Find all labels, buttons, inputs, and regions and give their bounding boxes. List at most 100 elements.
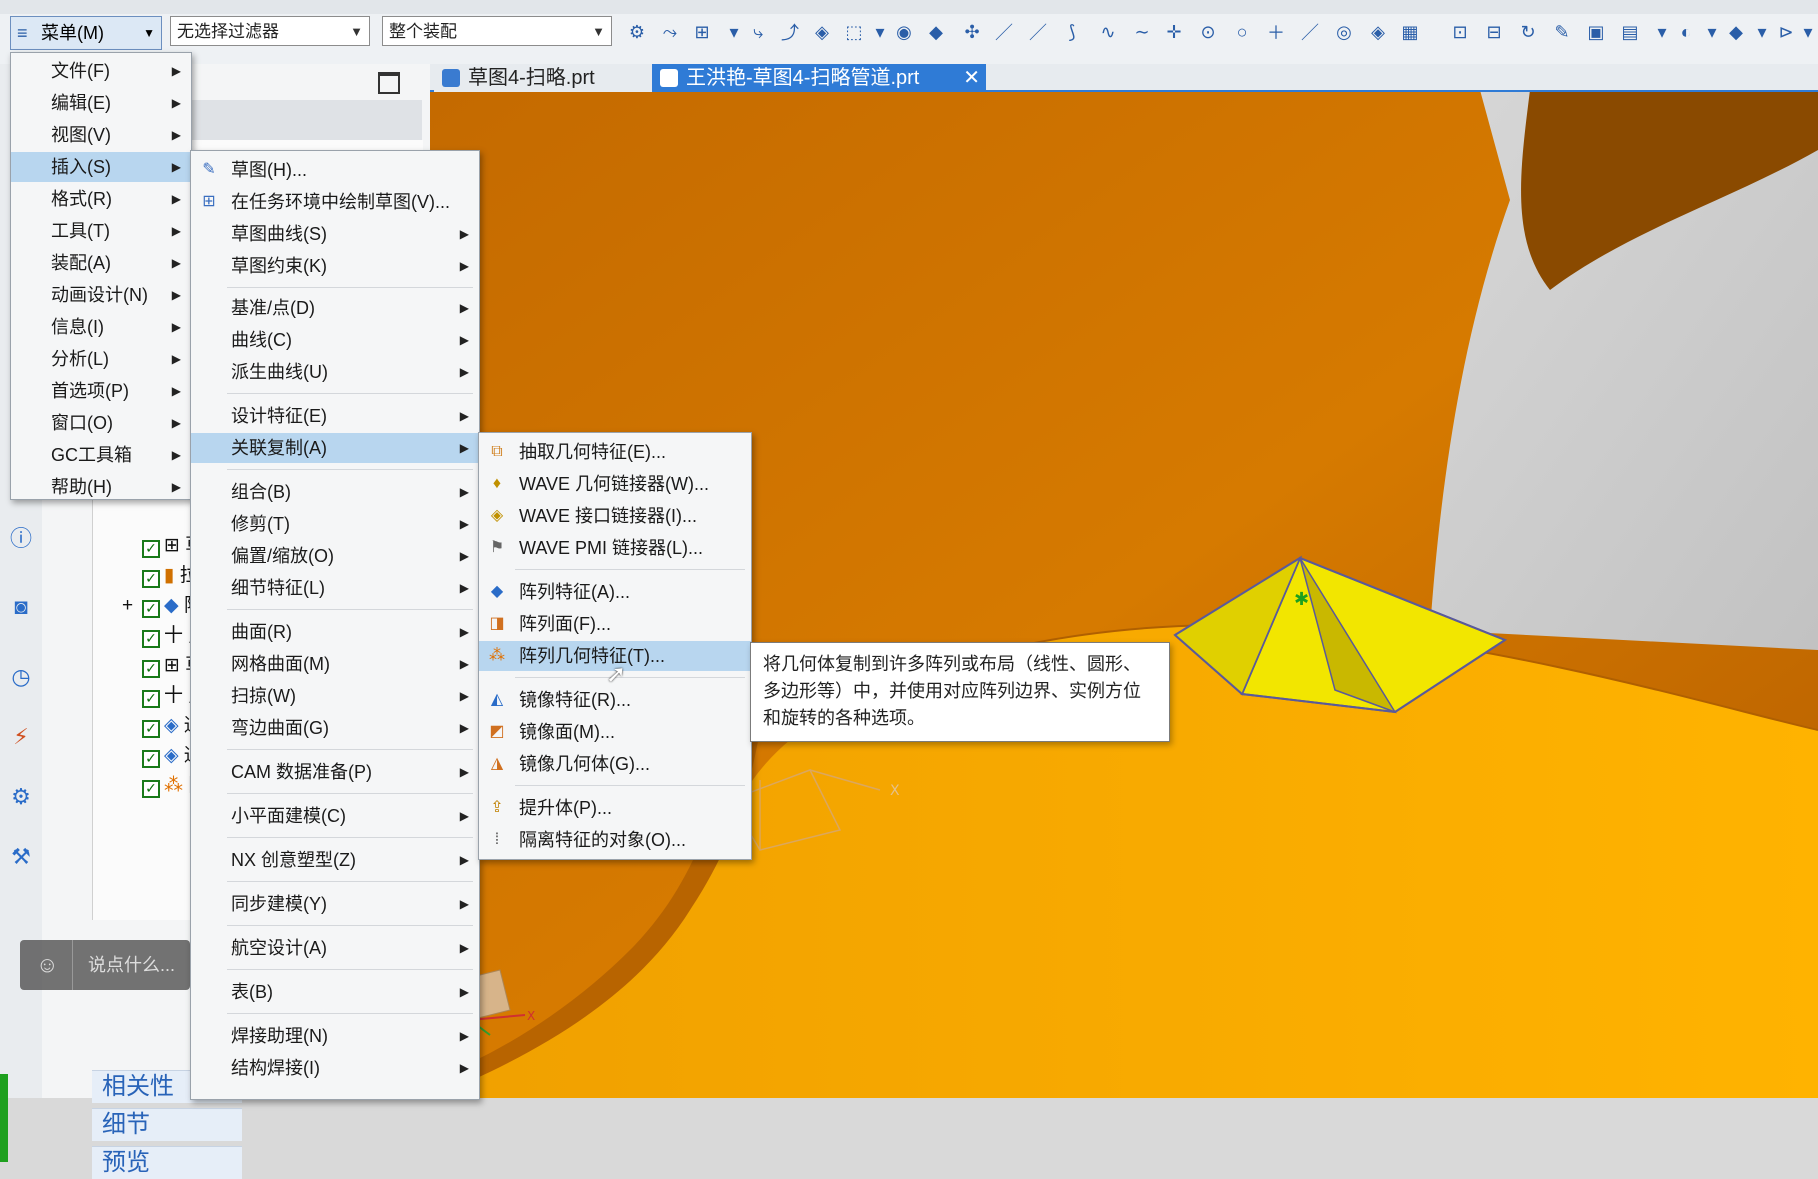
menu-item-format[interactable]: 格式(R) ▶ bbox=[11, 184, 191, 214]
section-details[interactable]: 细节 bbox=[92, 1108, 242, 1141]
selection-filter-combo[interactable]: 无选择过滤器 ▼ bbox=[170, 16, 370, 46]
center-point-icon[interactable]: ⊙ bbox=[1196, 20, 1220, 44]
menu-item-window[interactable]: 窗口(O) ▶ bbox=[11, 408, 191, 438]
quadrant-point-icon[interactable]: ○ bbox=[1230, 20, 1254, 44]
rectangle-select-icon[interactable]: ⬚ bbox=[842, 20, 866, 44]
menu-item-nx-realize-shape[interactable]: NX 创意塑型(Z) ▶ bbox=[191, 845, 479, 875]
info-icon[interactable]: ⓘ bbox=[8, 524, 34, 551]
checkbox-icon[interactable]: ✓ bbox=[142, 630, 160, 648]
checkbox-icon[interactable]: ✓ bbox=[142, 600, 160, 618]
select-face-icon[interactable]: ⤳ bbox=[658, 20, 682, 44]
menu-item-insert[interactable]: 插入(S) ▶ bbox=[11, 152, 191, 182]
bounded-grid-icon[interactable]: ◈ bbox=[1366, 20, 1390, 44]
chevron-down-icon[interactable]: ▾ bbox=[1750, 20, 1774, 44]
menu-item-pattern-feature[interactable]: ◆ 阵列特征(A)... bbox=[479, 577, 751, 607]
menu-item-structure-weld[interactable]: 结构焊接(I) ▶ bbox=[191, 1053, 479, 1083]
menu-item-sketch-curve[interactable]: 草图曲线(S) ▶ bbox=[191, 219, 479, 249]
menu-item-flange-surface[interactable]: 弯边曲面(G) ▶ bbox=[191, 713, 479, 743]
menu-item-wave-geometry-linker[interactable]: ♦ WAVE 几何链接器(W)... bbox=[479, 469, 751, 499]
polyline-icon[interactable]: ∿ bbox=[1096, 20, 1120, 44]
smiley-icon[interactable]: ☺ bbox=[36, 940, 58, 990]
menu-item-edit[interactable]: 编辑(E) ▶ bbox=[11, 88, 191, 118]
menu-item-preferences[interactable]: 首选项(P) ▶ bbox=[11, 376, 191, 406]
existing-point-icon[interactable]: ＋ bbox=[1264, 20, 1288, 44]
menu-item-analysis[interactable]: 分析(L) ▶ bbox=[11, 344, 191, 374]
edge-select-icon[interactable]: ⤴ bbox=[778, 20, 802, 44]
menu-item-file[interactable]: 文件(F) ▶ bbox=[11, 56, 191, 86]
chat-input[interactable]: ☺ 说点什么... bbox=[20, 940, 190, 990]
menu-item-table[interactable]: 表(B) ▶ bbox=[191, 977, 479, 1007]
menu-item-wave-interface-linker[interactable]: ◈ WAVE 接口链接器(I)... bbox=[479, 501, 751, 531]
line-snap-icon[interactable]: ／ bbox=[992, 20, 1016, 44]
maximize-icon[interactable] bbox=[378, 72, 400, 94]
component-select-icon[interactable]: ◈ bbox=[810, 20, 834, 44]
intersection-point-icon[interactable]: ✛ bbox=[1162, 20, 1186, 44]
tab-document-2[interactable]: 王洪艳-草图4-扫略管道.prt ✕ bbox=[652, 64, 986, 92]
snap-point-icon[interactable]: ⊞ bbox=[690, 20, 714, 44]
menu-item-weld-assistant[interactable]: 焊接助理(N) ▶ bbox=[191, 1021, 479, 1051]
chevron-down-icon[interactable]: ▾ bbox=[1650, 20, 1674, 44]
checkbox-icon[interactable]: ✓ bbox=[142, 660, 160, 678]
menu-item-help[interactable]: 帮助(H) ▶ bbox=[11, 472, 191, 502]
menu-item-curve[interactable]: 曲线(C) ▶ bbox=[191, 325, 479, 355]
menu-item-mesh-surface[interactable]: 网格曲面(M) ▶ bbox=[191, 649, 479, 679]
menu-item-extract-geometry[interactable]: ⧉ 抽取几何特征(E)... bbox=[479, 437, 751, 467]
menu-item-synchronous-modeling[interactable]: 同步建模(Y) ▶ bbox=[191, 889, 479, 919]
menu-item-gc-toolkit[interactable]: GC工具箱 ▶ bbox=[11, 440, 191, 470]
menu-item-combine[interactable]: 组合(B) ▶ bbox=[191, 477, 479, 507]
section-preview[interactable]: 预览 bbox=[92, 1146, 242, 1179]
menu-item-mirror-face[interactable]: ◩ 镜像面(M)... bbox=[479, 717, 751, 747]
close-icon[interactable]: ✕ bbox=[963, 64, 980, 92]
select-feature-icon[interactable]: ⚙ bbox=[625, 20, 649, 44]
body-select-icon[interactable]: ⤷ bbox=[746, 20, 770, 44]
history-icon[interactable]: ◷ bbox=[8, 664, 34, 690]
curve-snap-icon[interactable]: ⟆ bbox=[1060, 20, 1084, 44]
web-browser-icon[interactable]: ◙ bbox=[8, 594, 34, 620]
menu-item-promote-body[interactable]: ⇪ 提升体(P)... bbox=[479, 793, 751, 823]
menu-item-facet-modeling[interactable]: 小平面建模(C) ▶ bbox=[191, 801, 479, 831]
checkbox-icon[interactable]: ✓ bbox=[142, 540, 160, 558]
menu-item-mirror-geometry[interactable]: ◮ 镜像几何体(G)... bbox=[479, 749, 751, 779]
menu-item-view[interactable]: 视图(V) ▶ bbox=[11, 120, 191, 150]
view-fit-icon[interactable]: ⊡ bbox=[1448, 20, 1472, 44]
menu-item-tools[interactable]: 工具(T) ▶ bbox=[11, 216, 191, 246]
rotate-icon[interactable]: ↻ bbox=[1516, 20, 1540, 44]
spline-icon[interactable]: ∼ bbox=[1130, 20, 1154, 44]
selection-scope-combo[interactable]: 整个装配 ▼ bbox=[382, 16, 612, 46]
chevron-down-icon[interactable]: ▾ bbox=[1700, 20, 1724, 44]
checkbox-icon[interactable]: ✓ bbox=[142, 690, 160, 708]
point-on-curve-icon[interactable]: ／ bbox=[1298, 20, 1322, 44]
menu-item-associative-copy[interactable]: 关联复制(A) ▶ bbox=[191, 433, 479, 463]
menu-button[interactable]: ≡ 菜单(M) ▼ bbox=[10, 16, 162, 50]
chevron-down-icon[interactable]: ▾ bbox=[868, 20, 892, 44]
menu-item-trim[interactable]: 修剪(T) ▶ bbox=[191, 509, 479, 539]
checkbox-icon[interactable]: ✓ bbox=[142, 720, 160, 738]
menu-item-sweep[interactable]: 扫掠(W) ▶ bbox=[191, 681, 479, 711]
checkbox-icon[interactable]: ✓ bbox=[142, 750, 160, 768]
menu-item-detail-feature[interactable]: 细节特征(L) ▶ bbox=[191, 573, 479, 603]
menu-item-derived-curve[interactable]: 派生曲线(U) ▶ bbox=[191, 357, 479, 387]
render-style-icon[interactable]: ◆ bbox=[1724, 20, 1748, 44]
snap-grid-icon[interactable]: ✣ bbox=[960, 20, 984, 44]
checkbox-icon[interactable]: ✓ bbox=[142, 780, 160, 798]
work-layer-icon[interactable]: ⊳ bbox=[1774, 20, 1798, 44]
menu-item-isolate-feature-objects[interactable]: ⁞ 隔离特征的对象(O)... bbox=[479, 825, 751, 855]
point-on-face-icon[interactable]: ◎ bbox=[1332, 20, 1356, 44]
zoom-icon[interactable]: ⊟ bbox=[1482, 20, 1506, 44]
chevron-down-icon[interactable]: ▾ bbox=[722, 20, 746, 44]
menu-item-assemblies[interactable]: 装配(A) ▶ bbox=[11, 248, 191, 278]
menu-item-animation[interactable]: 动画设计(N) ▶ bbox=[11, 280, 191, 310]
menu-item-cam-data-prep[interactable]: CAM 数据准备(P) ▶ bbox=[191, 757, 479, 787]
system-scene-icon[interactable]: ⚒ bbox=[8, 844, 34, 870]
menu-item-aerospace-design[interactable]: 航空设计(A) ▶ bbox=[191, 933, 479, 963]
line-snap-2-icon[interactable]: ／ bbox=[1026, 20, 1050, 44]
menu-item-datum-point[interactable]: 基准/点(D) ▶ bbox=[191, 293, 479, 323]
checkbox-icon[interactable]: ✓ bbox=[142, 570, 160, 588]
pan-icon[interactable]: ✎ bbox=[1550, 20, 1574, 44]
menu-item-sketch-constraint[interactable]: 草图约束(K) ▶ bbox=[191, 251, 479, 281]
chevron-down-icon[interactable]: ▾ bbox=[1796, 20, 1818, 44]
expand-icon[interactable]: + bbox=[122, 591, 133, 621]
menu-item-wave-pmi-linker[interactable]: ⚑ WAVE PMI 链接器(L)... bbox=[479, 533, 751, 563]
menu-item-sketch-in-task[interactable]: ⊞ 在任务环境中绘制草图(V)... bbox=[191, 187, 479, 217]
orient-view-icon[interactable]: ◐ bbox=[1674, 20, 1698, 44]
